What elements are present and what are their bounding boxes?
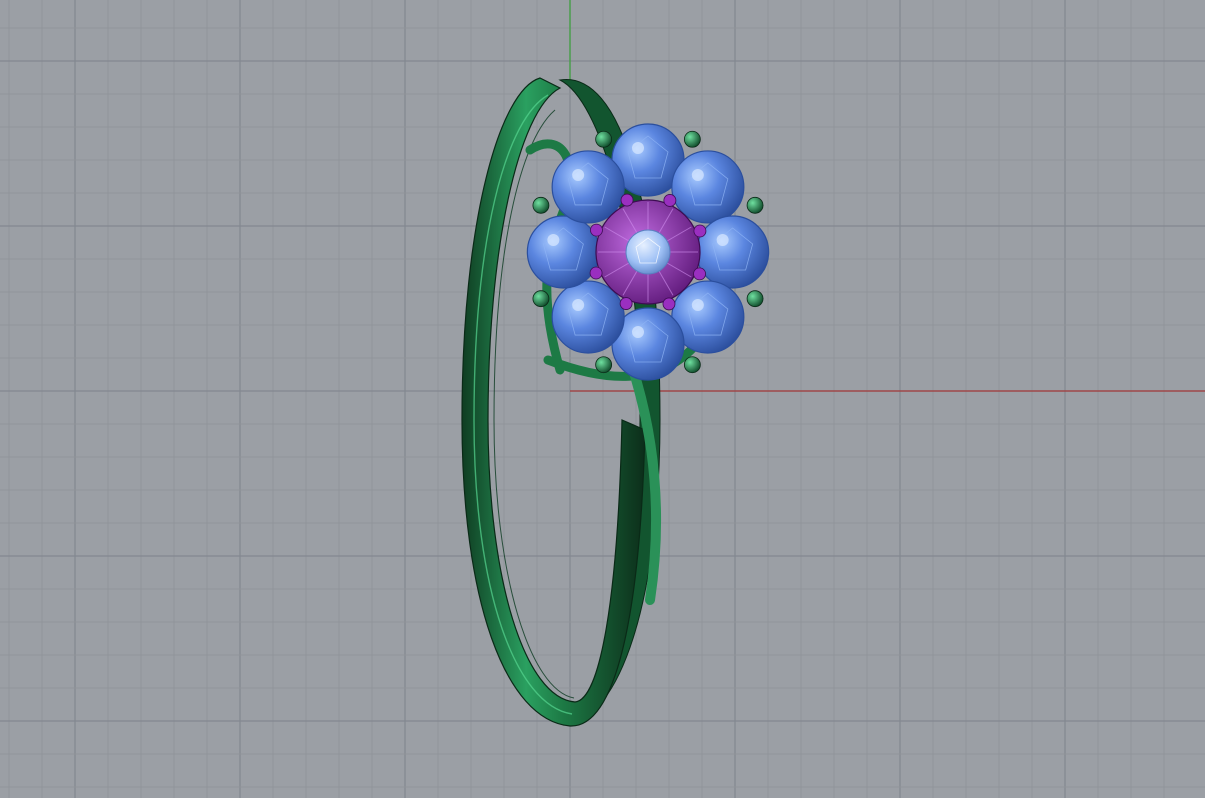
petal-stone[interactable] [551,280,625,354]
prong[interactable] [532,290,550,308]
petal-stone[interactable] [526,215,600,289]
petal-stone[interactable] [551,150,625,224]
petal-stone[interactable] [671,150,745,224]
stone-highlight [572,299,585,312]
center-prong[interactable] [620,193,634,207]
prong[interactable] [746,290,764,308]
center-prong[interactable] [663,194,677,207]
petal-stone[interactable] [696,215,770,289]
prong[interactable] [746,196,764,214]
rhino-viewport[interactable] [0,0,1205,798]
center-prong[interactable] [662,297,676,311]
center-prong[interactable] [693,224,707,238]
center-stone[interactable] [625,229,671,275]
stone-highlight [716,234,729,246]
stone-highlight [632,142,644,154]
prong[interactable] [532,196,550,214]
stone-highlight [572,168,585,181]
stone-highlight [632,326,644,338]
center-prong[interactable] [619,297,633,310]
flower-setting[interactable] [526,123,770,381]
center-prong[interactable] [693,267,706,281]
prong[interactable] [683,130,701,148]
stone-highlight [547,234,560,246]
ring-model[interactable] [461,77,770,727]
viewport-canvas[interactable] [0,0,1205,798]
prong[interactable] [683,356,701,374]
center-prong[interactable] [590,223,603,237]
prong[interactable] [595,356,613,374]
stone-highlight [691,168,704,181]
center-prong[interactable] [589,266,603,280]
stone-highlight [691,299,704,312]
prong[interactable] [595,130,613,148]
